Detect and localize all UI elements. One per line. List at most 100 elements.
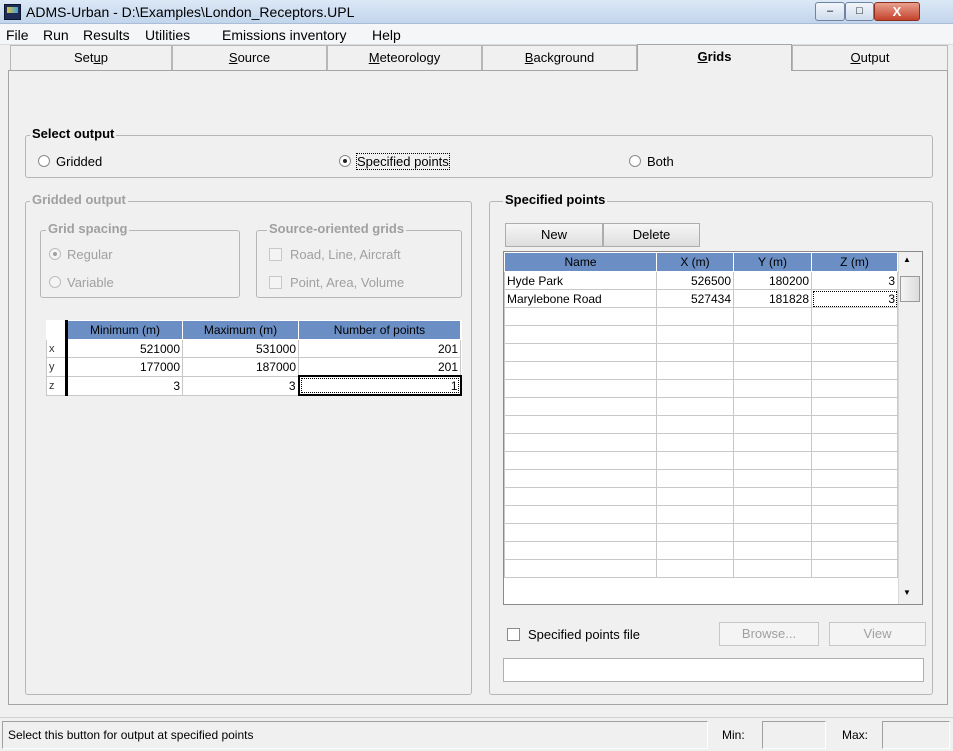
- menu-utilities[interactable]: Utilities: [145, 27, 190, 43]
- empty-cell[interactable]: [504, 487, 657, 506]
- empty-cell[interactable]: [656, 343, 734, 362]
- tab-output[interactable]: Output: [792, 45, 948, 70]
- maximize-button[interactable]: □: [845, 2, 874, 21]
- grid-cell[interactable]: 187000: [182, 357, 299, 377]
- empty-cell[interactable]: [811, 343, 898, 362]
- menu-results[interactable]: Results: [83, 27, 130, 43]
- empty-cell[interactable]: [811, 505, 898, 524]
- empty-cell[interactable]: [733, 361, 812, 380]
- empty-cell[interactable]: [656, 325, 734, 344]
- point-z-cell-selected[interactable]: 3: [811, 289, 898, 308]
- menu-help[interactable]: Help: [372, 27, 401, 43]
- empty-cell[interactable]: [504, 433, 657, 452]
- empty-cell[interactable]: [811, 487, 898, 506]
- point-x-cell[interactable]: 526500: [656, 271, 734, 290]
- points-scrollbar[interactable]: ▲ ▼: [898, 252, 922, 604]
- empty-cell[interactable]: [811, 559, 898, 578]
- grid-cell[interactable]: 201: [298, 339, 461, 358]
- tab-source[interactable]: Source: [172, 45, 327, 70]
- minimize-button[interactable]: ‒: [815, 2, 845, 21]
- grid-cell[interactable]: 177000: [66, 357, 183, 377]
- point-y-cell[interactable]: 180200: [733, 271, 812, 290]
- empty-cell[interactable]: [811, 325, 898, 344]
- empty-cell[interactable]: [656, 415, 734, 434]
- empty-cell[interactable]: [733, 541, 812, 560]
- tab-setup[interactable]: Setup: [10, 45, 172, 70]
- empty-cell[interactable]: [504, 451, 657, 470]
- empty-cell[interactable]: [733, 415, 812, 434]
- empty-cell[interactable]: [656, 541, 734, 560]
- empty-cell[interactable]: [733, 487, 812, 506]
- empty-cell[interactable]: [733, 433, 812, 452]
- empty-cell[interactable]: [656, 307, 734, 326]
- empty-cell[interactable]: [733, 559, 812, 578]
- empty-cell[interactable]: [504, 469, 657, 488]
- point-area-volume-checkbox[interactable]: [269, 276, 282, 289]
- browse-button[interactable]: Browse...: [719, 622, 819, 646]
- empty-cell[interactable]: [656, 451, 734, 470]
- delete-button[interactable]: Delete: [603, 223, 700, 247]
- empty-cell[interactable]: [504, 523, 657, 542]
- empty-cell[interactable]: [733, 307, 812, 326]
- empty-cell[interactable]: [656, 505, 734, 524]
- new-button[interactable]: New: [505, 223, 603, 247]
- road-line-aircraft-checkbox[interactable]: [269, 248, 282, 261]
- empty-cell[interactable]: [504, 559, 657, 578]
- empty-cell[interactable]: [656, 379, 734, 398]
- variable-radio[interactable]: [49, 276, 61, 288]
- grid-cell[interactable]: 521000: [66, 339, 183, 358]
- empty-cell[interactable]: [656, 559, 734, 578]
- empty-cell[interactable]: [656, 397, 734, 416]
- close-button[interactable]: X: [874, 2, 920, 21]
- empty-cell[interactable]: [656, 487, 734, 506]
- grid-cell[interactable]: 3: [66, 375, 183, 396]
- empty-cell[interactable]: [656, 433, 734, 452]
- empty-cell[interactable]: [811, 451, 898, 470]
- tab-grids[interactable]: Grids: [637, 44, 792, 71]
- empty-cell[interactable]: [733, 325, 812, 344]
- specified-points-file-path[interactable]: [503, 658, 924, 682]
- empty-cell[interactable]: [811, 433, 898, 452]
- empty-cell[interactable]: [811, 415, 898, 434]
- empty-cell[interactable]: [656, 361, 734, 380]
- empty-cell[interactable]: [811, 541, 898, 560]
- point-name-cell[interactable]: Hyde Park: [504, 271, 657, 290]
- empty-cell[interactable]: [504, 541, 657, 560]
- empty-cell[interactable]: [504, 505, 657, 524]
- grid-cell[interactable]: 201: [298, 357, 461, 377]
- grid-cell[interactable]: 3: [182, 375, 299, 396]
- specified-points-radio[interactable]: [339, 155, 351, 167]
- empty-cell[interactable]: [733, 469, 812, 488]
- both-radio[interactable]: [629, 155, 641, 167]
- empty-cell[interactable]: [811, 469, 898, 488]
- empty-cell[interactable]: [733, 343, 812, 362]
- empty-cell[interactable]: [733, 523, 812, 542]
- empty-cell[interactable]: [811, 379, 898, 398]
- empty-cell[interactable]: [504, 343, 657, 362]
- specified-points-file-checkbox[interactable]: [507, 628, 520, 641]
- empty-cell[interactable]: [811, 397, 898, 416]
- empty-cell[interactable]: [733, 397, 812, 416]
- menu-run[interactable]: Run: [43, 27, 69, 43]
- point-y-cell[interactable]: 181828: [733, 289, 812, 308]
- empty-cell[interactable]: [504, 379, 657, 398]
- regular-radio[interactable]: [49, 248, 61, 260]
- empty-cell[interactable]: [733, 505, 812, 524]
- empty-cell[interactable]: [811, 361, 898, 380]
- point-name-cell[interactable]: Marylebone Road: [504, 289, 657, 308]
- grid-cell-selected[interactable]: 1: [297, 375, 462, 396]
- view-button[interactable]: View: [829, 622, 926, 646]
- point-z-cell[interactable]: 3: [811, 271, 898, 290]
- empty-cell[interactable]: [656, 469, 734, 488]
- menu-file[interactable]: File: [6, 27, 29, 43]
- empty-cell[interactable]: [504, 397, 657, 416]
- empty-cell[interactable]: [733, 451, 812, 470]
- empty-cell[interactable]: [733, 379, 812, 398]
- empty-cell[interactable]: [504, 415, 657, 434]
- empty-cell[interactable]: [656, 523, 734, 542]
- grid-cell[interactable]: 531000: [182, 339, 299, 358]
- empty-cell[interactable]: [811, 307, 898, 326]
- scrollbar-thumb[interactable]: [900, 276, 920, 302]
- empty-cell[interactable]: [504, 307, 657, 326]
- tab-meteorology[interactable]: Meteorology: [327, 45, 482, 70]
